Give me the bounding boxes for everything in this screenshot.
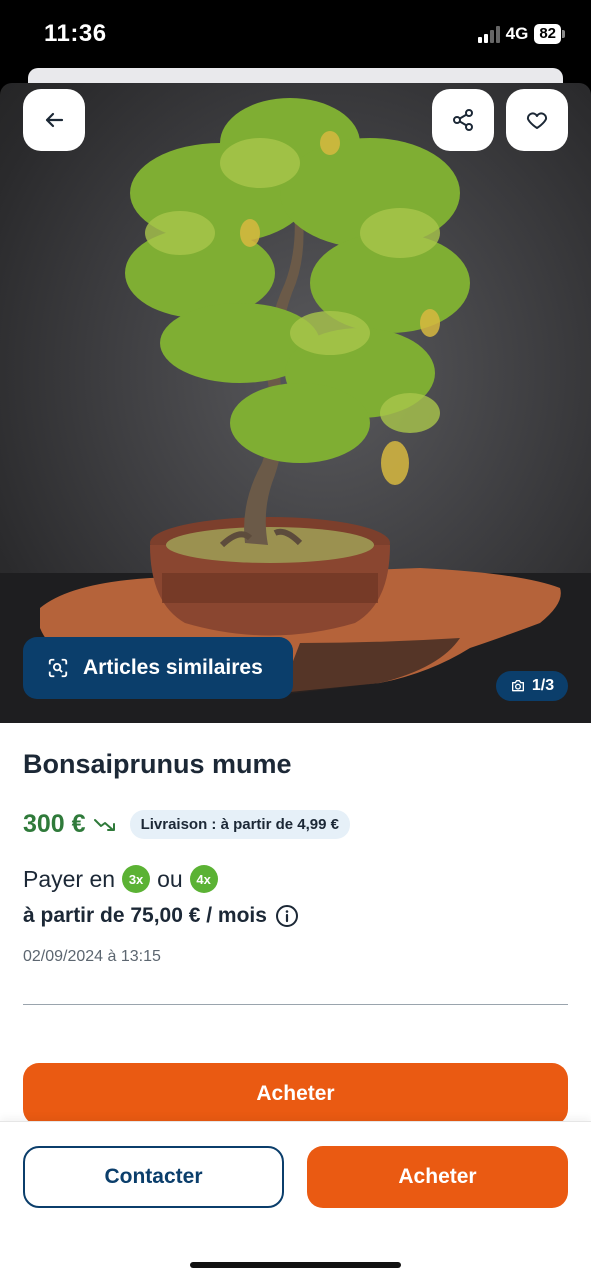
price-row: 300 € Livraison : à partir de 4,99 €	[23, 810, 350, 839]
status-bar: 11:36 4G 82	[0, 0, 591, 70]
installment-4x-badge: 4x	[189, 865, 218, 893]
camera-icon	[511, 680, 524, 692]
share-button[interactable]	[432, 89, 494, 151]
signal-icon	[477, 25, 500, 43]
status-indicators: 4G 82	[477, 24, 565, 44]
pay-or: ou	[157, 865, 183, 892]
trend-down-icon	[93, 818, 115, 831]
installment-3x-badge: 3x	[122, 865, 151, 893]
battery-icon: 82	[534, 24, 565, 44]
buy-button-main[interactable]: Acheter	[23, 1063, 568, 1125]
battery-level: 82	[534, 24, 561, 44]
status-time: 11:36	[44, 20, 107, 47]
product-image-gallery[interactable]: Articles similaires 1/3	[0, 83, 591, 723]
similar-articles-label: Articles similaires	[83, 656, 263, 679]
visual-search-icon	[48, 658, 68, 678]
bottom-action-bar: Contacter Acheter	[0, 1121, 591, 1280]
monthly-price-label: à partir de 75,00 € / mois	[23, 904, 267, 927]
product-photo	[0, 98, 591, 723]
listing-date: 02/09/2024 à 13:15	[23, 948, 161, 965]
product-title: Bonsaiprunus mume	[23, 749, 292, 779]
divider	[23, 1004, 568, 1005]
network-label: 4G	[505, 24, 529, 43]
delivery-badge: Livraison : à partir de 4,99 €	[129, 810, 350, 839]
info-icon[interactable]	[275, 904, 299, 928]
arrow-left-icon	[45, 112, 64, 128]
buy-button[interactable]: Acheter	[307, 1146, 568, 1208]
back-button[interactable]	[23, 89, 85, 151]
product-price: 300 €	[23, 810, 86, 838]
similar-articles-button[interactable]: Articles similaires	[23, 637, 293, 699]
share-icon	[453, 109, 473, 131]
image-counter-label: 1/3	[531, 677, 555, 694]
installments-row: Payer en 3x ou 4x	[23, 865, 218, 893]
pay-prefix: Payer en	[23, 865, 116, 892]
monthly-price: à partir de 75,00 € / mois	[23, 904, 299, 928]
heart-icon	[526, 112, 548, 129]
home-indicator	[190, 1262, 401, 1268]
favorite-button[interactable]	[506, 89, 568, 151]
contact-button[interactable]: Contacter	[23, 1146, 284, 1208]
image-counter: 1/3	[496, 671, 568, 701]
